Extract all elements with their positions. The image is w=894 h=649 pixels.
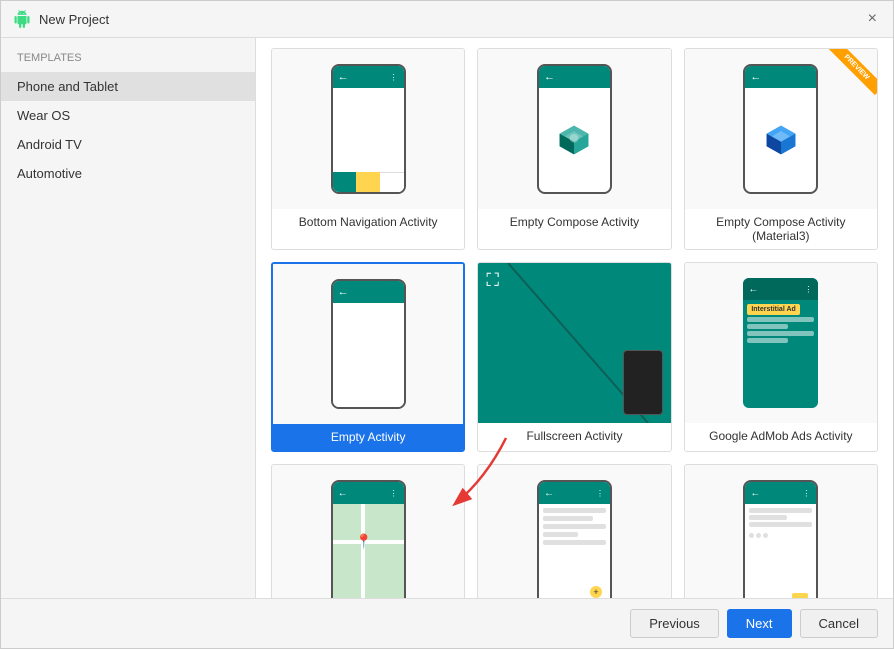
scroll-header: ← ⋮ <box>539 482 610 504</box>
next-button[interactable]: Next <box>727 609 792 638</box>
sidebar-item-phone-tablet[interactable]: Phone and Tablet <box>1 72 255 101</box>
map-pin-icon: 📍 <box>355 533 372 550</box>
dots-icon: ⋮ <box>390 73 399 82</box>
phone-mock-bottom-nav: ← ⋮ <box>331 64 406 194</box>
template-preview-empty-compose-m3: ← <box>685 49 877 209</box>
nav-drawer-mock: ← ⋮ <box>743 480 818 598</box>
sidebar-section-label: Templates <box>1 48 255 72</box>
android-icon <box>13 10 31 28</box>
back-arrow-compose-icon: ← <box>544 71 555 83</box>
dots-nav-icon: ⋮ <box>802 489 811 498</box>
template-label-admob: Google AdMob Ads Activity <box>685 423 877 449</box>
dialog-footer: Previous Next Cancel <box>1 598 893 648</box>
template-preview-empty-compose: ← <box>478 49 670 209</box>
new-project-dialog: New Project × Templates Phone and Tablet… <box>0 0 894 649</box>
dots-maps-icon: ⋮ <box>390 489 399 498</box>
scroll-body <box>539 504 610 598</box>
back-arrow-scroll-icon: ← <box>544 488 554 499</box>
phone-device-icon <box>623 350 663 415</box>
phone-mock-empty: ← <box>331 279 406 409</box>
admob-header: ← ⋮ <box>743 278 818 300</box>
map-mock: ← ⋮ 📍 <box>331 480 406 598</box>
template-card-empty-activity[interactable]: ← Empty Activity <box>271 262 465 452</box>
preview-badge-text: PREVIEW <box>829 49 877 95</box>
dots-scroll-icon: ⋮ <box>596 489 605 498</box>
template-label-empty-compose: Empty Compose Activity <box>478 209 670 235</box>
back-arrow-icon: ← <box>338 71 349 83</box>
sidebar-item-android-tv[interactable]: Android TV <box>1 130 255 159</box>
title-bar-left: New Project <box>13 10 109 28</box>
template-preview-nav-drawer: ← ⋮ <box>685 465 877 598</box>
back-arrow-nav-icon: ← <box>750 488 760 499</box>
title-bar: New Project × <box>1 1 893 38</box>
template-label-bottom-nav: Bottom Navigation Activity <box>272 209 464 235</box>
admob-body: Interstitial Ad <box>743 300 818 408</box>
fullscreen-corners-icon: ⛶ <box>486 271 499 289</box>
compose-cube-icon <box>556 122 592 158</box>
back-arrow-empty-icon: ← <box>338 286 349 298</box>
dialog-content: Templates Phone and Tablet Wear OS Andro… <box>1 38 893 598</box>
compose-preview: ← <box>537 64 612 194</box>
map-body: 📍 <box>333 504 404 598</box>
template-label-fullscreen: Fullscreen Activity <box>478 423 670 449</box>
template-card-empty-compose[interactable]: ← <box>477 48 671 250</box>
template-card-empty-compose-m3[interactable]: ← <box>684 48 878 250</box>
sidebar-item-automotive[interactable]: Automotive <box>1 159 255 188</box>
nav-dots <box>745 531 816 540</box>
template-card-bottom-nav[interactable]: ← ⋮ <box>271 48 465 250</box>
bottom-nav-bar <box>333 172 404 192</box>
dialog-title: New Project <box>39 12 109 27</box>
templates-grid-wrapper: ← ⋮ <box>271 48 878 598</box>
nav-yellow-button <box>792 593 808 598</box>
dots-admob-icon: ⋮ <box>804 285 813 294</box>
templates-grid: ← ⋮ <box>271 48 878 598</box>
scroll-mock: ← ⋮ + <box>537 480 612 598</box>
template-label-empty-activity: Empty Activity <box>273 424 463 450</box>
main-content: ← ⋮ <box>256 38 893 598</box>
interstitial-ad-badge: Interstitial Ad <box>747 304 799 315</box>
previous-button[interactable]: Previous <box>630 609 719 638</box>
template-card-fullscreen[interactable]: ⛶ Fullscreen Activity <box>477 262 671 452</box>
template-preview-empty-activity: ← <box>273 264 463 424</box>
back-arrow-maps-icon: ← <box>338 488 348 499</box>
template-label-empty-compose-m3: Empty Compose Activity (Material3) <box>685 209 877 249</box>
map-header: ← ⋮ <box>333 482 404 504</box>
sidebar: Templates Phone and Tablet Wear OS Andro… <box>1 38 256 598</box>
back-arrow-admob-icon: ← <box>748 284 758 295</box>
nav-header: ← ⋮ <box>745 482 816 504</box>
preview-ribbon: PREVIEW <box>827 49 877 99</box>
back-arrow-m3-icon: ← <box>750 71 761 83</box>
template-card-nav-drawer[interactable]: ← ⋮ <box>684 464 878 598</box>
template-preview-fullscreen: ⛶ <box>478 263 670 423</box>
template-card-scrolling[interactable]: ← ⋮ + <box>477 464 671 598</box>
compose-m3-preview: ← <box>743 64 818 194</box>
template-card-maps[interactable]: ← ⋮ 📍 Google Maps Activity <box>271 464 465 598</box>
admob-mock: ← ⋮ Interstitial Ad <box>743 278 818 408</box>
cancel-button[interactable]: Cancel <box>800 609 878 638</box>
template-card-admob[interactable]: ← ⋮ Interstitial Ad <box>684 262 878 452</box>
sidebar-item-wear-os[interactable]: Wear OS <box>1 101 255 130</box>
close-button[interactable]: × <box>864 9 881 29</box>
compose-cube-m3-icon <box>763 122 799 158</box>
fullscreen-content: ⛶ <box>478 263 670 423</box>
fab-icon: + <box>590 586 602 598</box>
template-preview-admob: ← ⋮ Interstitial Ad <box>685 263 877 423</box>
template-preview-scrolling: ← ⋮ + <box>478 465 670 598</box>
template-preview-maps: ← ⋮ 📍 <box>272 465 464 598</box>
template-preview-bottom-nav: ← ⋮ <box>272 49 464 209</box>
